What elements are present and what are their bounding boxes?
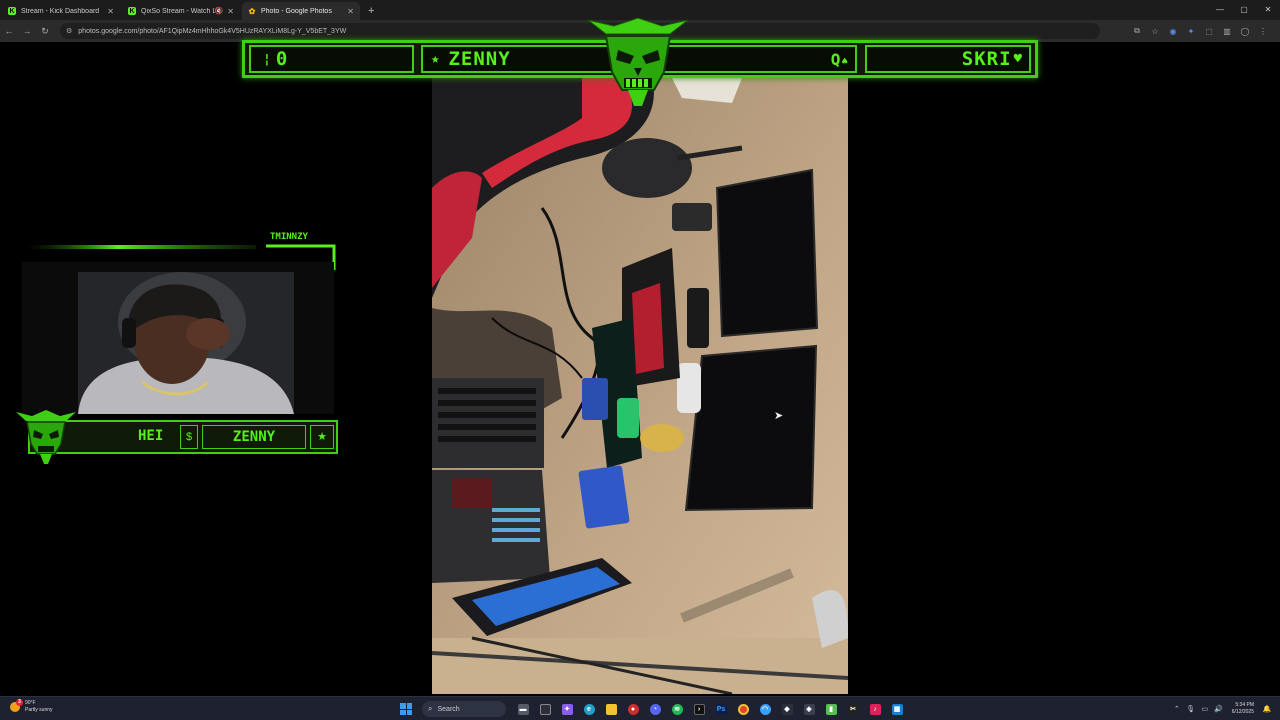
windows-start-icon[interactable]	[400, 703, 412, 715]
overlay-separator-icon: ¦	[263, 51, 272, 67]
extension-icon[interactable]: ✦	[1182, 27, 1200, 36]
cam-bar-left-text: HEI	[138, 428, 164, 444]
clock[interactable]: 5:34 PM 6/12/2025	[1232, 702, 1254, 716]
star-icon: ★	[431, 51, 441, 67]
tiktok-icon[interactable]: ♪	[864, 699, 886, 719]
minimize-icon[interactable]: —	[1208, 0, 1232, 20]
install-icon[interactable]: ⧉	[1128, 26, 1146, 36]
app-icon[interactable]: ▦	[886, 699, 908, 719]
photoshop-icon[interactable]: Ps	[710, 699, 732, 719]
app-icon[interactable]: ◈	[798, 699, 820, 719]
kick-icon: K	[8, 7, 16, 15]
tab-title: Photo - Google Photos	[261, 7, 332, 15]
weather-sun-icon: 3	[10, 699, 23, 712]
taskbar-apps: ⌕ Search ▬ ✦ e ● ◔ ≋ › Ps ◠ ◆ ◈ ▮ ✂ ♪ ▦	[400, 699, 908, 719]
spotify-icon[interactable]: ≋	[666, 699, 688, 719]
drop-icon: ♠	[841, 54, 849, 68]
close-icon[interactable]: ✕	[227, 7, 234, 16]
extension-icon[interactable]: ◉	[1164, 27, 1182, 36]
tab-title: Stream - Kick Dashboard	[21, 7, 100, 15]
webcam-feed	[22, 262, 334, 414]
search-icon: ⌕	[428, 704, 433, 713]
profile-icon[interactable]: ◯	[1236, 27, 1254, 36]
discord-icon[interactable]: ◔	[644, 699, 666, 719]
heart-icon: ♥	[1013, 51, 1023, 67]
cam-bar-name: ZENNY	[202, 425, 306, 449]
capcut-icon[interactable]: ✂	[842, 699, 864, 719]
toolbar-actions: ⧉ ☆ ◉ ✦ ⬚ ▥ ◯ ⋮	[1128, 20, 1272, 42]
app-icon[interactable]: ●	[622, 699, 644, 719]
extensions-puzzle-icon[interactable]: ⬚	[1200, 27, 1218, 36]
overlay-right-name: SKRI	[961, 48, 1012, 70]
clock-date: 6/12/2025	[1231, 709, 1254, 715]
file-explorer-icon[interactable]	[600, 699, 622, 719]
terminal-icon[interactable]: ›	[688, 699, 710, 719]
chevron-up-icon[interactable]: ⌃	[1170, 705, 1184, 713]
kick-icon: K	[128, 7, 136, 15]
new-tab-button[interactable]: +	[368, 2, 374, 20]
skull-logo-icon	[587, 17, 689, 106]
webcam-username: TMINNZY	[270, 232, 308, 242]
reload-icon[interactable]: ↻	[36, 26, 54, 37]
volume-icon[interactable]: 🔊	[1212, 705, 1226, 713]
tab-google-photos[interactable]: ✿ Photo - Google Photos ✕	[242, 2, 360, 20]
clock-time: 5:34 PM	[1235, 702, 1254, 708]
address-bar[interactable]: ⚙ photos.google.com/photo/AF1QipMz4mHhho…	[60, 23, 1100, 39]
skull-logo-small-icon	[16, 410, 76, 464]
microphone-icon[interactable]: 🎙	[1184, 705, 1198, 713]
tab-kick-dashboard[interactable]: K Stream - Kick Dashboard ✕	[2, 2, 120, 20]
notification-bell-icon[interactable]: 🔔	[1260, 705, 1274, 713]
close-icon[interactable]: ✕	[107, 7, 114, 16]
tab-kick-watch-live[interactable]: K QixSo Stream - Watch Live 🔇 ✕	[122, 2, 240, 20]
url-text: photos.google.com/photo/AF1QipMz4mHhhoGk…	[78, 27, 347, 35]
overlay-left-value: 0	[275, 48, 289, 70]
google-photos-icon: ✿	[248, 6, 256, 16]
search-placeholder: Search	[437, 705, 460, 713]
widget-icon[interactable]: ▬	[512, 699, 534, 719]
streamer-webcam-image	[22, 262, 334, 414]
sidebar-icon[interactable]: ▥	[1218, 27, 1236, 36]
overlay-segment-right: SKRI ♥	[865, 45, 1031, 73]
close-icon[interactable]: ✕	[347, 7, 354, 16]
star-icon: ★	[310, 425, 334, 449]
mute-icon[interactable]: 🔇	[215, 7, 224, 15]
app-icon[interactable]: ◆	[776, 699, 798, 719]
task-view-icon[interactable]	[534, 699, 556, 719]
display-icon[interactable]: ▭	[1198, 705, 1212, 713]
windows-taskbar: 3 90°F Partly sunny ⌕ Search ▬ ✦ e ● ◔ ≋…	[0, 696, 1280, 720]
dollar-icon: $	[180, 425, 198, 449]
chrome-icon[interactable]	[732, 699, 754, 719]
headset-app-icon[interactable]: ◠	[754, 699, 776, 719]
window-controls: — ▢ ✕	[1208, 0, 1280, 20]
overlay-center-glyph: Q♠	[830, 49, 849, 69]
weather-desc: Partly sunny	[25, 707, 53, 713]
site-info-icon[interactable]: ⚙	[66, 27, 72, 35]
weather-temp: 90°F	[25, 700, 36, 706]
back-icon[interactable]: ←	[0, 26, 18, 36]
desk-setup-photo	[432, 78, 848, 694]
tab-title: QixSo Stream - Watch Live	[141, 7, 215, 15]
photo-viewer-image[interactable]	[432, 78, 848, 694]
taskbar-search-box[interactable]: ⌕ Search	[422, 701, 506, 717]
overlay-segment-left: ¦ 0	[249, 45, 414, 73]
overlay-center-name: ZENNY	[448, 48, 511, 70]
weather-widget[interactable]: 3 90°F Partly sunny	[10, 699, 53, 714]
menu-icon[interactable]: ⋮	[1254, 27, 1272, 36]
system-tray: ⌃ 🎙 ▭ 🔊 5:34 PM 6/12/2025 🔔	[1170, 699, 1274, 719]
close-window-icon[interactable]: ✕	[1256, 0, 1280, 20]
edge-icon[interactable]: e	[578, 699, 600, 719]
copilot-icon[interactable]: ✦	[556, 699, 578, 719]
bookmark-star-icon[interactable]: ☆	[1146, 27, 1164, 36]
maximize-icon[interactable]: ▢	[1232, 0, 1256, 20]
mouse-cursor-icon: ➤	[774, 410, 784, 422]
forward-icon[interactable]: →	[18, 26, 36, 36]
app-icon[interactable]: ▮	[820, 699, 842, 719]
